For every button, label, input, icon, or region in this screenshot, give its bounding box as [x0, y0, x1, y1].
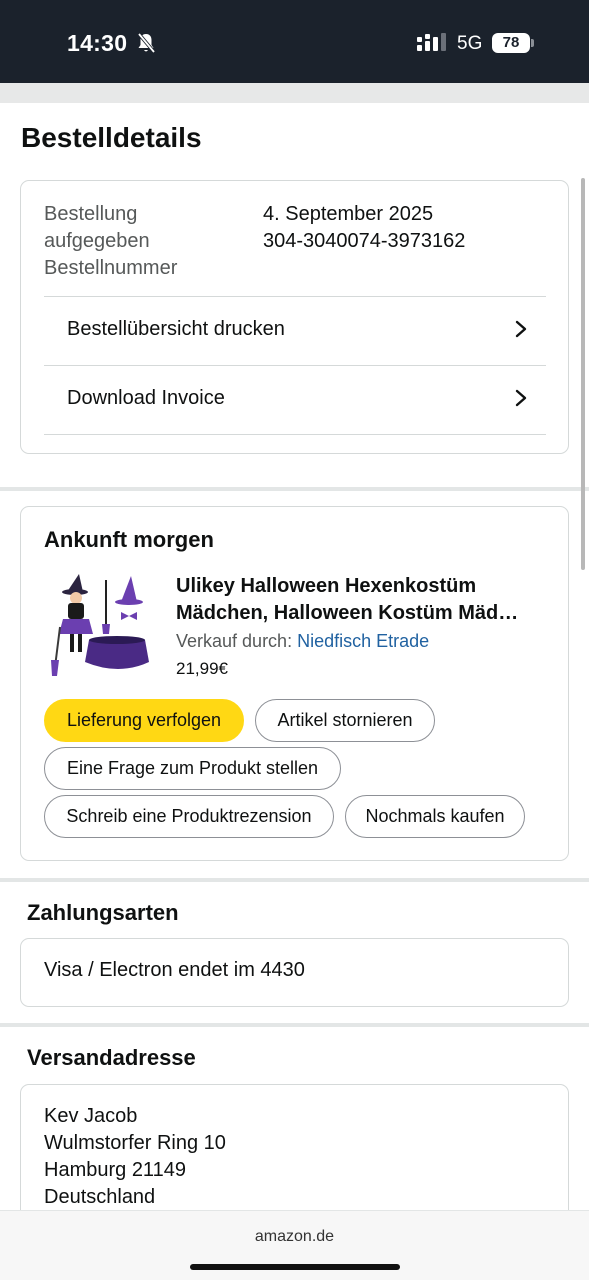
payment-card: Visa / Electron endet im 4430 [20, 938, 569, 1007]
status-bar: 14:30 5G 78 [0, 0, 589, 83]
address-city: Hamburg 21149 [44, 1159, 186, 1181]
card-ending: endet im 4430 [178, 959, 305, 981]
scrollbar[interactable] [581, 178, 585, 570]
product-image[interactable] [51, 572, 151, 682]
divider [44, 434, 546, 435]
address-name: Kev Jacob [44, 1105, 138, 1127]
battery-icon: 78 [492, 33, 534, 53]
home-indicator[interactable] [190, 1264, 400, 1270]
order-info-labels: Bestellung aufgegeben Bestellnummer [44, 203, 178, 279]
cancel-item-button[interactable]: Artikel stornieren [255, 699, 435, 742]
battery-level: 78 [492, 33, 530, 53]
ask-question-button[interactable]: Eine Frage zum Produkt stellen [44, 747, 341, 790]
arrival-title: Ankunft morgen [44, 527, 214, 552]
order-date: 4. September 2025 [263, 203, 434, 225]
print-summary-link[interactable]: Bestellübersicht drucken [44, 296, 546, 364]
status-time: 14:30 [67, 30, 128, 56]
network-type: 5G [457, 33, 483, 54]
browser-bottom-bar: amazon.de [0, 1210, 589, 1280]
section-divider [0, 878, 589, 882]
address-country: Deutschland [44, 1186, 156, 1208]
top-strip [0, 83, 589, 103]
seller-link[interactable]: Niedfisch Etrade [297, 631, 429, 651]
seller-info: Verkauf durch: Niedfisch Etrade [176, 631, 430, 651]
product-title[interactable]: Ulikey Halloween Hexenkostüm Mädchen, Ha… [176, 573, 546, 627]
section-divider [0, 1023, 589, 1027]
bell-slash-icon [137, 32, 156, 54]
section-divider [0, 487, 589, 491]
track-package-button[interactable]: Lieferung verfolgen [44, 699, 244, 742]
address-street: Wulmstorfer Ring 10 [44, 1132, 226, 1154]
buy-again-button[interactable]: Nochmals kaufen [345, 795, 525, 838]
signal-icon [417, 33, 446, 51]
write-review-button[interactable]: Schreib eine Produktrezension [44, 795, 334, 838]
order-number: 304-3040074-3973162 [263, 230, 466, 252]
page-title: Bestelldetails [21, 122, 202, 153]
shipping-address: Kev Jacob Wulmstorfer Ring 10 Hamburg 21… [44, 1103, 226, 1211]
shipping-section-title: Versandadresse [27, 1045, 196, 1070]
url-label[interactable]: amazon.de [0, 1228, 589, 1246]
chevron-right-icon [515, 320, 527, 338]
shipment-card: Ankunft morgen Ulikey Halloween Hexenkos… [20, 506, 569, 861]
product-price: 21,99€ [176, 659, 228, 678]
download-invoice-link[interactable]: Download Invoice [44, 365, 546, 433]
payment-method: Visa / Electron endet im 4430 [44, 959, 305, 981]
order-info-card: Bestellung aufgegeben Bestellnummer 4. S… [20, 180, 569, 454]
order-info-values: 4. September 2025 304-3040074-3973162 [263, 201, 465, 255]
payment-section-title: Zahlungsarten [27, 900, 179, 925]
chevron-right-icon [515, 389, 527, 407]
